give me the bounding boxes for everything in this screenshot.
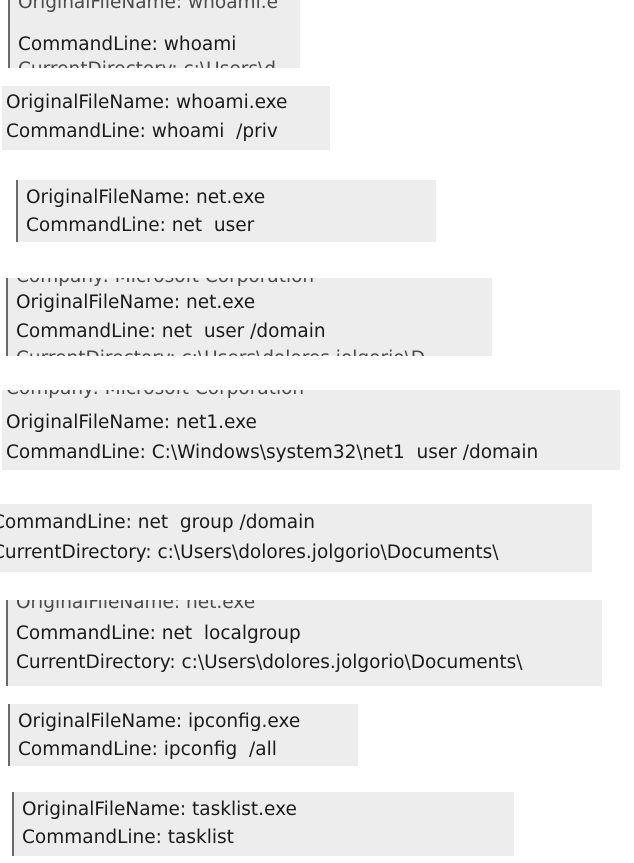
command-line-line: CommandLine: net user /domain [16, 321, 326, 342]
snippet-whoami: OriginalFileName: whoami.e CommandLine: … [8, 0, 300, 68]
original-filename-line: OriginalFileName: tasklist.exe [22, 799, 297, 820]
current-directory-line: CurrentDirectory: c:\Users\dolores.jolgo… [16, 346, 425, 356]
original-filename-line: OriginalFileName: whoami.e [18, 0, 278, 13]
original-filename-line: OriginalFileName: whoami.exe [6, 92, 288, 113]
snippet-whoami-priv: OriginalFileName: whoami.exe CommandLine… [2, 86, 330, 150]
snippet-net1-user-domain: Company: Microsoft Corporation OriginalF… [2, 390, 620, 470]
command-line-line: CommandLine: whoami [18, 34, 237, 55]
command-line-line: CommandLine: ipconfig /all [18, 739, 277, 760]
snippet-tasklist: OriginalFileName: tasklist.exe CommandLi… [12, 792, 514, 856]
current-directory-line: CurrentDirectory: c:\Users\dolores.jolgo… [0, 542, 499, 563]
company-line: Company: Microsoft Corporation [16, 278, 314, 290]
snippet-net-user: OriginalFileName: net.exe CommandLine: n… [16, 180, 436, 242]
original-filename-line: OriginalFileName: net1.exe [6, 412, 257, 433]
snippet-net-group-domain: CommandLine: net group /domain CurrentDi… [0, 504, 592, 572]
command-line-line: CommandLine: net group /domain [0, 512, 316, 533]
original-filename-line: OriginalFileName: net.exe [16, 292, 256, 313]
command-line-line: CommandLine: whoami /priv [6, 121, 278, 142]
command-line-line: CommandLine: tasklist [22, 827, 234, 848]
current-directory-line: CurrentDirectory: c:\Users\d [18, 57, 276, 68]
original-filename-line: OriginalFileName: net.exe [26, 187, 266, 208]
company-line: Company: Microsoft Corporation [6, 390, 304, 402]
snippet-ipconfig-all: OriginalFileName: ipconfig.exe CommandLi… [8, 704, 358, 766]
command-line-line: CommandLine: net localgroup [16, 623, 301, 644]
snippet-net-user-domain: Company: Microsoft Corporation OriginalF… [6, 278, 492, 356]
original-filename-line: OriginalFileName: net.exe [16, 600, 256, 613]
snippet-net-localgroup: OriginalFileName: net.exe CommandLine: n… [6, 600, 602, 686]
current-directory-line: CurrentDirectory: c:\Users\dolores.jolgo… [16, 652, 523, 673]
command-line-line: CommandLine: net user [26, 215, 255, 236]
command-line-line: CommandLine: C:\Windows\system32\net1 us… [6, 442, 539, 463]
original-filename-line: OriginalFileName: ipconfig.exe [18, 711, 301, 732]
screenshot-collage: { "snippets": [ { "lines": [ {"text": "O… [0, 0, 634, 863]
